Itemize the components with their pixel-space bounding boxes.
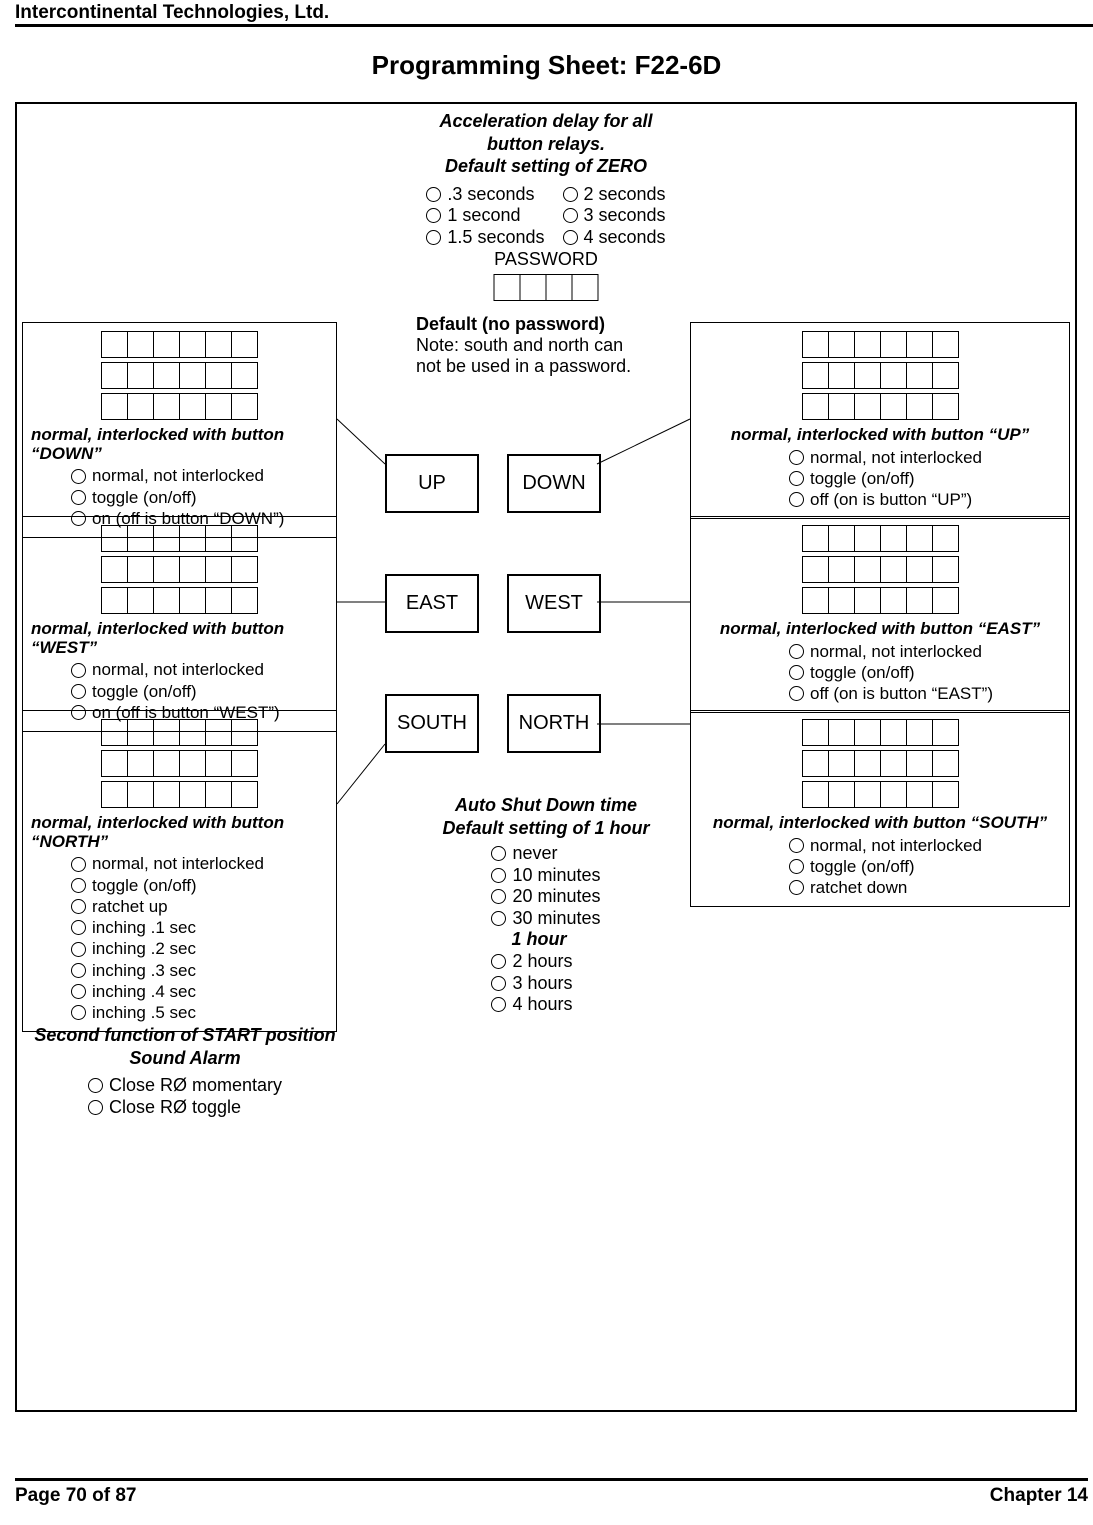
radio-icon: [491, 976, 506, 991]
second-fn-title1: Second function of START position: [25, 1024, 345, 1047]
radio-icon: [491, 911, 506, 926]
button-west[interactable]: WEST: [507, 574, 601, 633]
panel-opt[interactable]: toggle (on/off): [789, 662, 1061, 683]
accel-line1: Acceleration delay for all: [17, 110, 1075, 133]
panel-opt[interactable]: normal, not interlocked: [71, 659, 328, 680]
radio-icon: [789, 644, 804, 659]
panel-opt[interactable]: normal, not interlocked: [71, 465, 328, 486]
asd-opt[interactable]: never: [491, 843, 600, 865]
button-north[interactable]: NORTH: [507, 694, 601, 753]
asd-opt[interactable]: 10 minutes: [491, 865, 600, 887]
panel-opt[interactable]: normal, not interlocked: [789, 641, 1061, 662]
button-east[interactable]: EAST: [385, 574, 479, 633]
panel-down: normal, interlocked with button “UP” nor…: [690, 322, 1070, 519]
accel-line3: Default setting of ZERO: [17, 155, 1075, 178]
company-name: Intercontinental Technologies, Ltd.: [15, 2, 329, 24]
radio-icon: [491, 997, 506, 1012]
asd-opt[interactable]: 1 hour: [491, 929, 600, 951]
panel-opt[interactable]: toggle (on/off): [71, 487, 328, 508]
radio-icon: [491, 954, 506, 969]
header-rule: [15, 24, 1093, 27]
page-number: Page 70 of 87: [15, 1485, 136, 1507]
asd-opt[interactable]: 4 hours: [491, 994, 600, 1016]
radio-icon: [789, 665, 804, 680]
radio-icon: [88, 1078, 103, 1093]
footer-rule: [15, 1478, 1088, 1481]
password-label: PASSWORD: [17, 249, 1075, 270]
radio-icon: [563, 230, 578, 245]
radio-icon: [71, 490, 86, 505]
button-south[interactable]: SOUTH: [385, 694, 479, 753]
radio-icon: [491, 846, 506, 861]
panel-opt[interactable]: off (on is button “UP”): [789, 489, 1061, 510]
password-note: Default (no password) Note: south and no…: [416, 314, 676, 377]
panel-opt[interactable]: toggle (on/off): [789, 468, 1061, 489]
radio-icon: [71, 663, 86, 678]
panel-up: normal, interlocked with button “DOWN” n…: [22, 322, 337, 538]
accel-opt[interactable]: 1 second: [426, 205, 544, 227]
accel-line2: button relays.: [17, 133, 1075, 156]
asd-block: Auto Shut Down time Default setting of 1…: [17, 794, 1075, 1017]
radio-icon: [426, 208, 441, 223]
second-fn-opt[interactable]: Close RØ momentary: [88, 1075, 282, 1097]
panel-opt[interactable]: off (on is button “EAST”): [789, 683, 1061, 704]
radio-icon: [491, 889, 506, 904]
radio-icon: [71, 684, 86, 699]
asd-title2: Default setting of 1 hour: [17, 817, 1075, 840]
second-fn-title2: Sound Alarm: [25, 1047, 345, 1070]
panel-west: normal, interlocked with button “EAST” n…: [690, 516, 1070, 713]
radio-icon: [491, 868, 506, 883]
panel-east: normal, interlocked with button “WEST” n…: [22, 516, 337, 732]
panel-down-title: normal, interlocked with button “UP”: [699, 426, 1061, 445]
asd-opt[interactable]: 2 hours: [491, 951, 600, 973]
password-boxes[interactable]: [494, 274, 599, 301]
asd-opt[interactable]: 3 hours: [491, 973, 600, 995]
accel-opt[interactable]: 2 seconds: [563, 184, 666, 206]
panel-west-title: normal, interlocked with button “EAST”: [699, 620, 1061, 639]
radio-icon: [88, 1100, 103, 1115]
button-down[interactable]: DOWN: [507, 454, 601, 513]
panel-opt[interactable]: toggle (on/off): [71, 681, 328, 702]
radio-icon: [789, 492, 804, 507]
radio-icon: [426, 230, 441, 245]
second-function: Second function of START position Sound …: [25, 1024, 345, 1120]
radio-icon: [789, 471, 804, 486]
panel-east-title: normal, interlocked with button “WEST”: [31, 620, 328, 657]
asd-opt[interactable]: 30 minutes: [491, 908, 600, 930]
panel-up-title: normal, interlocked with button “DOWN”: [31, 426, 328, 463]
radio-icon: [789, 450, 804, 465]
asd-opt[interactable]: 20 minutes: [491, 886, 600, 908]
accel-opt[interactable]: 3 seconds: [563, 205, 666, 227]
radio-icon: [71, 469, 86, 484]
radio-icon: [563, 208, 578, 223]
asd-title1: Auto Shut Down time: [17, 794, 1075, 817]
page-title: Programming Sheet: F22-6D: [0, 50, 1093, 81]
radio-icon: [789, 686, 804, 701]
accel-block: Acceleration delay for all button relays…: [17, 110, 1075, 248]
panel-opt[interactable]: normal, not interlocked: [789, 447, 1061, 468]
accel-opt[interactable]: 1.5 seconds: [426, 227, 544, 249]
radio-icon: [426, 187, 441, 202]
chapter-label: Chapter 14: [990, 1485, 1088, 1507]
main-frame: Acceleration delay for all button relays…: [15, 102, 1077, 1412]
accel-opt[interactable]: 4 seconds: [563, 227, 666, 249]
radio-icon: [563, 187, 578, 202]
accel-opt[interactable]: .3 seconds: [426, 184, 544, 206]
second-fn-opt[interactable]: Close RØ toggle: [88, 1097, 282, 1119]
button-up[interactable]: UP: [385, 454, 479, 513]
